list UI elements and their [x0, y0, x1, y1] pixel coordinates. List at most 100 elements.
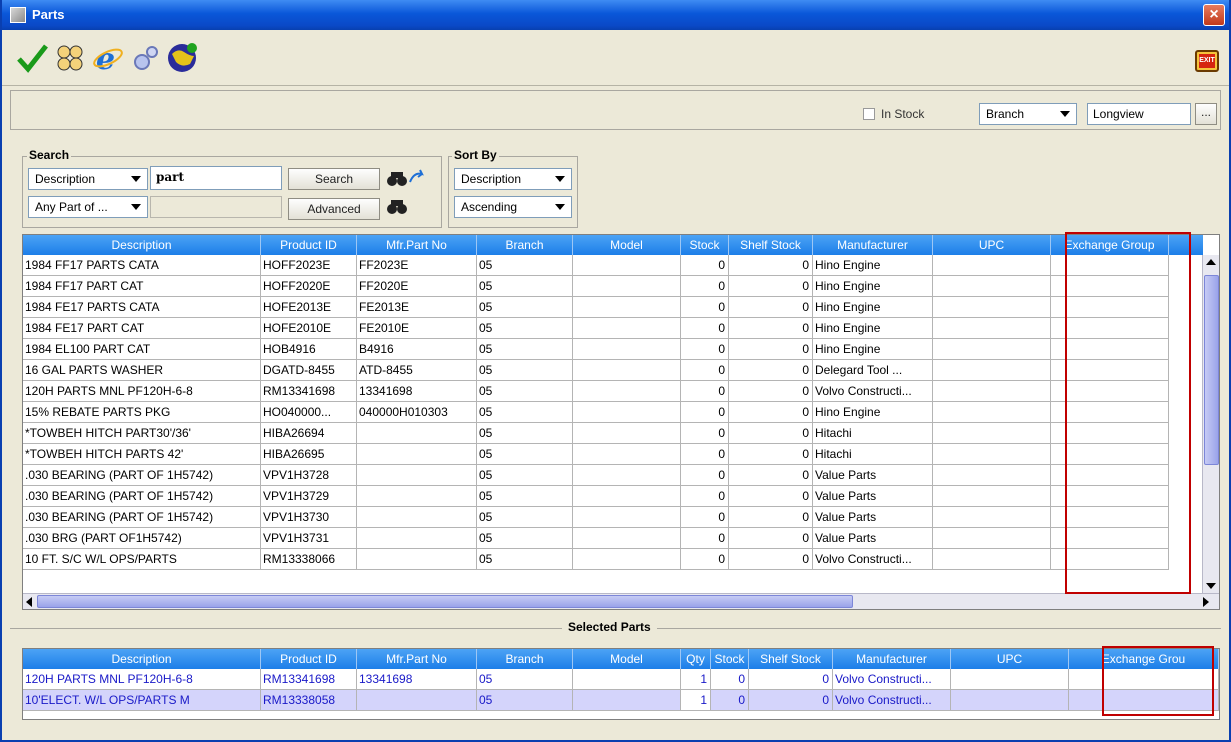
checkmark-button[interactable]	[16, 42, 48, 74]
cell-mfr-part-no	[357, 690, 477, 711]
search-field-select[interactable]: Description	[28, 168, 148, 190]
in-stock-checkbox[interactable]: In Stock	[863, 107, 924, 121]
people-button[interactable]	[54, 42, 86, 74]
cell-product-id: HOB4916	[261, 339, 357, 360]
advanced-button[interactable]: Advanced	[288, 198, 380, 220]
cell-upc	[933, 549, 1051, 570]
cell-stock: 0	[711, 690, 749, 711]
table-row[interactable]: 120H PARTS MNL PF120H-6-8 RM13341698 13341…	[23, 381, 1169, 402]
sort-order-select[interactable]: Ascending	[454, 196, 572, 218]
cell-product-id: RM13341698	[261, 669, 357, 690]
cell-model	[573, 360, 681, 381]
cell-product-id: RM13338058	[261, 690, 357, 711]
cell-product-id: VPV1H3729	[261, 486, 357, 507]
table-row[interactable]: 15% REBATE PARTS PKG HO040000... 040000H01…	[23, 402, 1169, 423]
cell-description: 1984 EL100 PART CAT	[23, 339, 261, 360]
search-input[interactable]: part	[150, 166, 282, 190]
find-next-button[interactable]	[386, 168, 426, 190]
cell-shelf-stock: 0	[729, 444, 813, 465]
column-header-branch[interactable]: Branch	[477, 235, 573, 255]
table-row[interactable]: 16 GAL PARTS WASHER DGATD-8455 ATD-8455 05 0…	[23, 360, 1169, 381]
browser-button[interactable]: e	[92, 42, 124, 77]
column-header-mfr-part-no[interactable]: Mfr.Part No	[357, 235, 477, 255]
cell-product-id: VPV1H3728	[261, 465, 357, 486]
search-button[interactable]: Search	[288, 168, 380, 190]
title-bar[interactable]: Parts ×	[2, 0, 1229, 30]
column-header-stock[interactable]: Stock	[681, 235, 729, 255]
cell-shelf-stock: 0	[729, 423, 813, 444]
results-hscroll-thumb[interactable]	[37, 595, 853, 608]
column-header-upc[interactable]: UPC	[951, 649, 1069, 669]
results-vscroll-thumb[interactable]	[1204, 275, 1219, 465]
exit-button[interactable]: EXIT	[1195, 50, 1219, 72]
gears-button[interactable]	[130, 42, 162, 74]
table-row[interactable]: .030 BEARING (PART OF 1H5742) VPV1H3730 05…	[23, 507, 1169, 528]
cell-manufacturer: Volvo Constructi...	[813, 549, 933, 570]
people-icon	[57, 45, 83, 71]
column-header-description[interactable]: Description	[23, 235, 261, 255]
column-header-product-id[interactable]: Product ID	[261, 235, 357, 255]
column-header-qty[interactable]: Qty	[681, 649, 711, 669]
table-row[interactable]: .030 BEARING (PART OF 1H5742) VPV1H3729 05…	[23, 486, 1169, 507]
cell-branch: 05	[477, 465, 573, 486]
table-row[interactable]: .030 BEARING (PART OF 1H5742) VPV1H3728 05…	[23, 465, 1169, 486]
cell-description: 120H PARTS MNL PF120H-6-8	[23, 381, 261, 402]
results-vscroll[interactable]	[1202, 255, 1219, 593]
cell-shelf-stock: 0	[729, 486, 813, 507]
table-row[interactable]: .030 BRG (PART OF1H5742) VPV1H3731 05 0 0 Val…	[23, 528, 1169, 549]
column-header-description[interactable]: Description	[23, 649, 261, 669]
sort-field-select[interactable]: Description	[454, 168, 572, 190]
scroll-right-icon[interactable]	[1203, 597, 1209, 607]
table-row[interactable]: 1984 FF17 PART CAT HOFF2020E FF2020E 05 0 0 Hi…	[23, 276, 1169, 297]
cell-stock: 0	[681, 444, 729, 465]
cell-description: .030 BEARING (PART OF 1H5742)	[23, 486, 261, 507]
column-header-model[interactable]: Model	[573, 235, 681, 255]
column-header-manufacturer[interactable]: Manufacturer	[833, 649, 951, 669]
column-header-shelf-stock[interactable]: Shelf Stock	[729, 235, 813, 255]
column-header-product-id[interactable]: Product ID	[261, 649, 357, 669]
exit-icon: EXIT	[1199, 54, 1215, 68]
table-row[interactable]: 120H PARTS MNL PF120H-6-8 RM13341698 13341…	[23, 669, 1219, 690]
cell-description: 1984 FF17 PART CAT	[23, 276, 261, 297]
parts-window: Parts × e EXIT In Stock Branch Longview …	[0, 0, 1231, 742]
column-header-upc[interactable]: UPC	[933, 235, 1051, 255]
secondary-search-input[interactable]	[150, 196, 282, 218]
table-row[interactable]: 10'ELECT. W/L OPS/PARTS M RM13338058 05 1 0 0…	[23, 690, 1219, 711]
table-row[interactable]: 1984 EL100 PART CAT HOB4916 B4916 05 0 0 Hino …	[23, 339, 1169, 360]
scroll-left-icon[interactable]	[26, 597, 32, 607]
location-field[interactable]: Longview	[1087, 103, 1191, 125]
table-row[interactable]: 10 FT. S/C W/L OPS/PARTS RM13338066 05 0 0 Vo…	[23, 549, 1169, 570]
browser-icon: e	[93, 42, 123, 77]
cell-mfr-part-no: FF2020E	[357, 276, 477, 297]
cell-product-id: DGATD-8455	[261, 360, 357, 381]
column-header-branch[interactable]: Branch	[477, 649, 573, 669]
cell-description: 10'ELECT. W/L OPS/PARTS M	[23, 690, 261, 711]
column-header-model[interactable]: Model	[573, 649, 681, 669]
match-type-select[interactable]: Any Part of ...	[28, 196, 148, 218]
scroll-up-icon[interactable]	[1206, 259, 1216, 265]
column-header-manufacturer[interactable]: Manufacturer	[813, 235, 933, 255]
cell-qty[interactable]: 1	[681, 690, 711, 711]
cell-mfr-part-no: 13341698	[357, 669, 477, 690]
scope-select[interactable]: Branch	[979, 103, 1077, 125]
cell-model	[573, 423, 681, 444]
column-header-stock[interactable]: Stock	[711, 649, 749, 669]
globe-button[interactable]	[166, 42, 198, 74]
advanced-find-button[interactable]	[386, 196, 410, 218]
cell-mfr-part-no	[357, 486, 477, 507]
cell-qty[interactable]: 1	[681, 669, 711, 690]
table-row[interactable]: 1984 FE17 PART CAT HOFE2010E FE2010E 05 0 0 Hi…	[23, 318, 1169, 339]
close-button[interactable]: ×	[1203, 4, 1225, 26]
results-hscroll[interactable]	[23, 593, 1219, 609]
column-header-shelf-stock[interactable]: Shelf Stock	[749, 649, 833, 669]
cell-branch: 05	[477, 255, 573, 276]
table-row[interactable]: *TOWBEH HITCH PARTS 42' HIBA26695 05 0 0 Hita…	[23, 444, 1169, 465]
gears-icon	[134, 46, 158, 70]
table-row[interactable]: *TOWBEH HITCH PART30'/36' HIBA26694 05 0 0 Hi…	[23, 423, 1169, 444]
browse-location-button[interactable]: ...	[1195, 103, 1217, 125]
column-header-mfr-part-no[interactable]: Mfr.Part No	[357, 649, 477, 669]
scroll-down-icon[interactable]	[1206, 583, 1216, 589]
cell-mfr-part-no: FE2013E	[357, 297, 477, 318]
table-row[interactable]: 1984 FF17 PARTS CATA HOFF2023E FF2023E 05 0 0…	[23, 255, 1169, 276]
table-row[interactable]: 1984 FE17 PARTS CATA HOFE2013E FE2013E 05 0 0…	[23, 297, 1169, 318]
